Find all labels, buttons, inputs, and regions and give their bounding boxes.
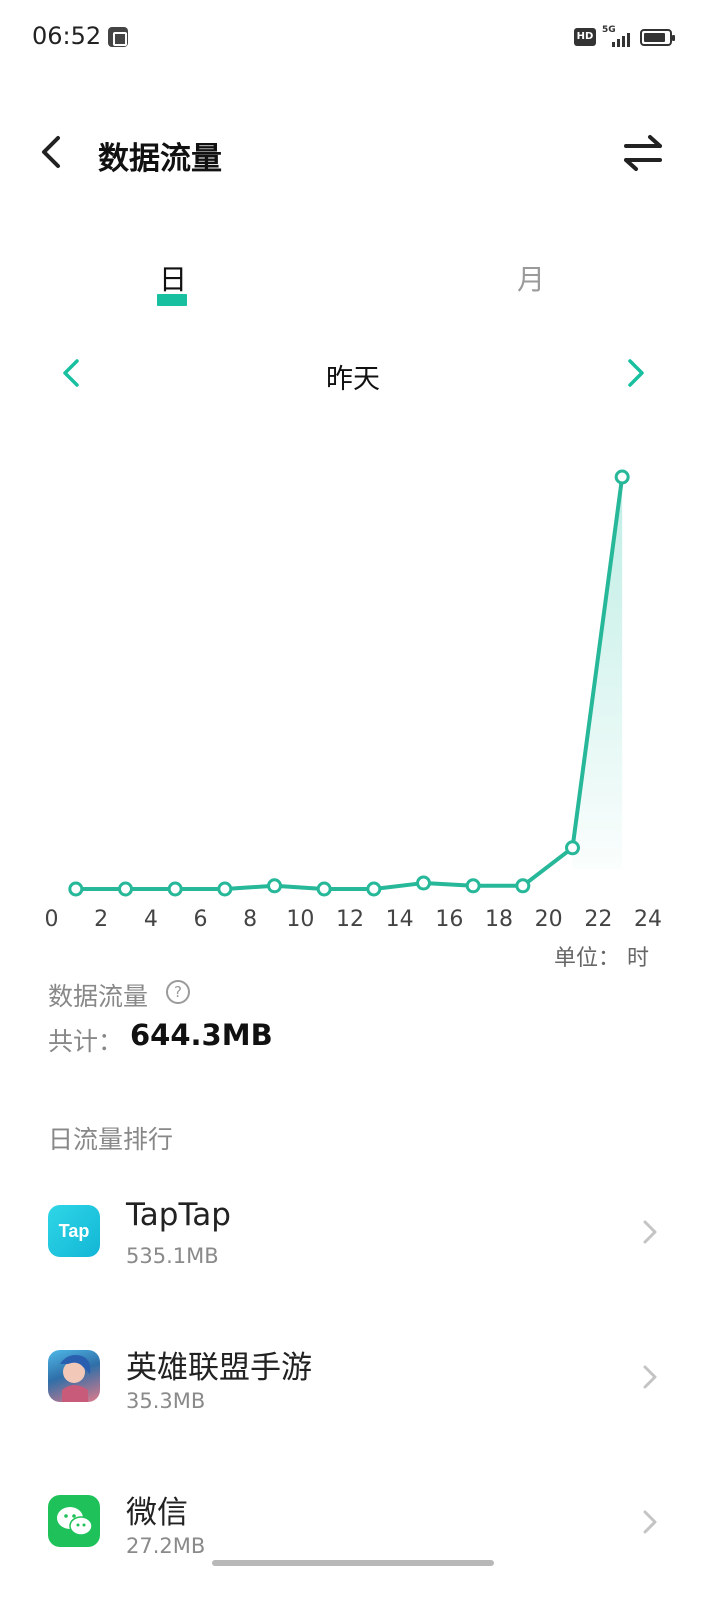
list-item-taptap[interactable]: Tap TapTap 535.1MB [0,1180,720,1300]
app-name: TapTap [126,1197,231,1233]
chevron-right-icon[interactable] [618,353,652,393]
chart-series-line [75,476,625,891]
summary-title: 数据流量 [48,982,149,1011]
x-tick-label: 8 [243,907,258,932]
status-bar: 06:52 HD 5G [0,0,720,76]
chart-point [118,881,133,897]
chevron-left-icon[interactable] [55,353,89,393]
chevron-right-icon [643,1220,657,1244]
league-of-legends-app-icon [48,1350,100,1402]
x-tick-label: 14 [385,907,414,932]
page-title: 数据流量 [98,141,222,177]
chart-point [565,840,580,856]
app-name: 微信 [126,1495,188,1531]
chevron-right-icon [643,1510,657,1534]
chart-point [316,881,332,897]
tab-day[interactable]: 日 [159,258,187,298]
x-tick-label: 24 [634,907,662,932]
notification-icon [108,27,128,47]
taptap-app-icon: Tap [48,1205,100,1257]
x-tick-label: 12 [336,907,364,932]
total-value: 644.3MB [130,1018,273,1052]
chart-point [416,875,431,891]
chevron-right-icon [643,1365,657,1389]
status-time: 06:52 [32,22,102,50]
chart-point [465,878,481,894]
x-tick-label: 0 [44,907,59,932]
x-tick-label: 16 [435,907,464,932]
home-indicator[interactable] [212,1560,494,1566]
ranking-title: 日流量排行 [48,1125,174,1154]
x-tick-label: 2 [94,907,109,932]
signal-icon [612,32,634,47]
help-circle-icon[interactable]: ? [166,980,190,1004]
back-arrow-icon[interactable] [30,130,74,174]
active-tab-indicator [157,294,187,306]
x-tick-label: 22 [584,907,613,932]
total-label: 共计： [48,1027,124,1056]
chart-unit-label: 单位： 时 [554,946,649,971]
x-tick-label: 18 [485,907,513,932]
app-size: 535.1MB [126,1244,219,1268]
x-tick-label: 6 [193,907,208,932]
chart-point [68,881,84,897]
hourly-data-chart [68,469,630,897]
app-size: 27.2MB [126,1534,206,1558]
battery-icon [640,29,675,46]
chart-point [217,881,233,897]
date-label: 昨天 [326,364,380,395]
tab-month[interactable]: 月 [517,258,545,298]
chart-point [515,878,531,894]
swap-arrows-icon[interactable] [620,132,666,174]
list-item-league-of-legends[interactable]: 英雄联盟手游 35.3MB [0,1325,720,1445]
chart-point [366,881,382,897]
wechat-app-icon [48,1495,100,1547]
hd-icon: HD [574,28,596,46]
app-size: 35.3MB [126,1389,206,1413]
chart-point [614,469,630,485]
x-tick-label: 10 [286,907,315,932]
chart-point [267,878,282,894]
list-item-wechat[interactable]: 微信 27.2MB [0,1470,720,1590]
x-tick-label: 4 [143,907,158,932]
chart-point [167,881,183,897]
app-name: 英雄联盟手游 [126,1350,312,1386]
x-tick-label: 20 [534,907,563,932]
